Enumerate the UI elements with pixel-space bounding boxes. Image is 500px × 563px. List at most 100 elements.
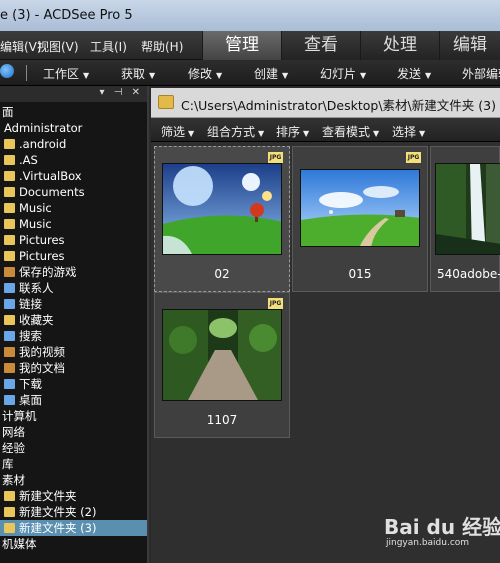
main-toolbar: 工作区▼ 获取▼ 修改▼ 创建▼ 幻灯片▼ 发送▼ 外部编辑器	[0, 60, 500, 86]
mode-tab-view[interactable]: 查看	[281, 31, 360, 60]
folder-icon	[4, 347, 15, 357]
tree-item[interactable]: 计算机	[0, 408, 147, 424]
tree-item-label: Pictures	[19, 233, 65, 247]
tree-item[interactable]: 新建文件夹 (3)	[0, 520, 147, 536]
tree-item-label: 桌面	[19, 393, 42, 407]
tree-item[interactable]: 收藏夹	[0, 312, 147, 328]
globe-icon[interactable]	[0, 64, 14, 78]
create-menu[interactable]: 创建 ▼	[254, 65, 288, 82]
tree-item[interactable]: 新建文件夹	[0, 488, 147, 504]
modify-menu[interactable]: 修改 ▼	[188, 65, 222, 82]
tree-item[interactable]: 联系人	[0, 280, 147, 296]
watermark-url: jingyan.baidu.com	[386, 538, 470, 548]
tree-item[interactable]: 我的文档	[0, 360, 147, 376]
tree-item-label: Music	[19, 201, 52, 215]
tree-item-label: Pictures	[19, 249, 65, 263]
acquire-menu[interactable]: 获取 ▼	[121, 65, 155, 82]
menu-edit[interactable]: 编辑(V)	[0, 38, 42, 55]
folder-icon	[4, 491, 15, 501]
folders-panel: ▾ ⊣ ✕ 面 Administrator .android .AS .VirtualB…	[0, 86, 149, 563]
tree-item[interactable]: 库	[0, 456, 147, 472]
folder-icon	[4, 203, 15, 213]
panel-controls[interactable]: ▾ ⊣ ✕	[100, 87, 143, 98]
tree-item-label: Administrator	[4, 121, 83, 135]
folder-icon	[4, 363, 15, 373]
tree-item[interactable]: .VirtualBox	[0, 168, 147, 184]
tree-item[interactable]: .android	[0, 136, 147, 152]
tree-item[interactable]: Documents	[0, 184, 147, 200]
send-menu[interactable]: 发送 ▼	[397, 65, 431, 82]
tree-item[interactable]: Pictures	[0, 248, 147, 264]
tree-item-label: 素材	[2, 473, 25, 487]
folder-icon	[4, 155, 15, 165]
tree-item[interactable]: 网络	[0, 424, 147, 440]
tree-item-label: 网络	[2, 425, 25, 439]
mode-tab-manage[interactable]: 管理	[202, 31, 281, 60]
tree-item[interactable]: 机媒体	[0, 536, 147, 552]
external-editor-menu[interactable]: 外部编辑器	[462, 65, 500, 82]
tree-item[interactable]: 素材	[0, 472, 147, 488]
filter-menu[interactable]: 筛选 ▼	[161, 123, 194, 140]
tree-item[interactable]: 面	[0, 104, 147, 120]
slideshow-label: 幻灯片	[320, 67, 357, 81]
acquire-label: 获取	[121, 67, 146, 81]
tree-item[interactable]: Music	[0, 200, 147, 216]
tree-item[interactable]: 搜索	[0, 328, 147, 344]
folder-icon	[4, 315, 15, 325]
thumbnail-item[interactable]: JPG 1107	[154, 292, 290, 438]
tree-item[interactable]: .AS	[0, 152, 147, 168]
workspace-menu[interactable]: 工作区 ▼	[43, 65, 89, 82]
mode-tab-process[interactable]: 处理	[360, 31, 439, 60]
tree-item[interactable]: Administrator	[0, 120, 147, 136]
sort-label: 排序	[276, 125, 301, 139]
tree-item[interactable]: 经验	[0, 440, 147, 456]
toolbar-separator	[26, 65, 27, 81]
current-path[interactable]: C:\Users\Administrator\Desktop\素材\新建文件夹 …	[181, 95, 496, 114]
sort-menu[interactable]: 排序 ▼	[276, 123, 309, 140]
create-label: 创建	[254, 67, 279, 81]
folder-icon	[4, 395, 15, 405]
jpg-badge: JPG	[268, 152, 283, 163]
baidu-logo: Bai du 经验	[384, 515, 500, 539]
filter-label: 筛选	[161, 125, 186, 139]
view-mode-label: 查看模式	[322, 125, 371, 139]
tree-item-label: 库	[2, 457, 14, 471]
title-bar: e (3) - ACDSee Pro 5	[0, 0, 500, 31]
tree-item[interactable]: 保存的游戏	[0, 264, 147, 280]
tree-item-label: 新建文件夹 (2)	[19, 505, 97, 519]
menu-bar: 编辑(V) 视图(V) 工具(I) 帮助(H) 管理 查看 处理 编辑	[0, 31, 500, 60]
tree-item-label: 我的视频	[19, 345, 65, 359]
tree-item-label: 经验	[2, 441, 25, 455]
caret-down-icon: ▼	[216, 71, 223, 80]
tree-item[interactable]: 链接	[0, 296, 147, 312]
group-label: 组合方式	[207, 125, 256, 139]
tree-item[interactable]: 新建文件夹 (2)	[0, 504, 147, 520]
tree-item[interactable]: Pictures	[0, 232, 147, 248]
group-menu[interactable]: 组合方式 ▼	[207, 123, 264, 140]
caret-down-icon: ▼	[303, 129, 310, 138]
tree-item-label: .AS	[19, 153, 38, 167]
tree-item[interactable]: 我的视频	[0, 344, 147, 360]
folder-icon	[4, 283, 15, 293]
menu-help[interactable]: 帮助(H)	[141, 38, 183, 55]
tree-item[interactable]: 桌面	[0, 392, 147, 408]
tree-item[interactable]: 下载	[0, 376, 147, 392]
tree-item-label: .VirtualBox	[19, 169, 82, 183]
tree-item-label: Documents	[19, 185, 85, 199]
thumbnail-item[interactable]: JPG 015	[292, 146, 428, 292]
menu-view[interactable]: 视图(V)	[37, 38, 79, 55]
workspace-label: 工作区	[43, 67, 80, 81]
mode-tab-edit[interactable]: 编辑	[439, 31, 500, 60]
thumbnail-filename: 02	[214, 267, 230, 281]
caret-down-icon: ▼	[188, 129, 195, 138]
select-menu[interactable]: 选择 ▼	[392, 123, 425, 140]
thumbnail-item[interactable]: 540adobe-r	[430, 146, 500, 292]
view-mode-menu[interactable]: 查看模式 ▼	[322, 123, 379, 140]
image-thumbnail	[162, 309, 282, 401]
menu-tools[interactable]: 工具(I)	[90, 38, 127, 55]
image-thumbnail	[162, 163, 282, 255]
thumbnail-item[interactable]: JPG 02	[154, 146, 290, 292]
tree-item[interactable]: Music	[0, 216, 147, 232]
tree-item-label: 收藏夹	[19, 313, 54, 327]
slideshow-menu[interactable]: 幻灯片 ▼	[320, 65, 366, 82]
